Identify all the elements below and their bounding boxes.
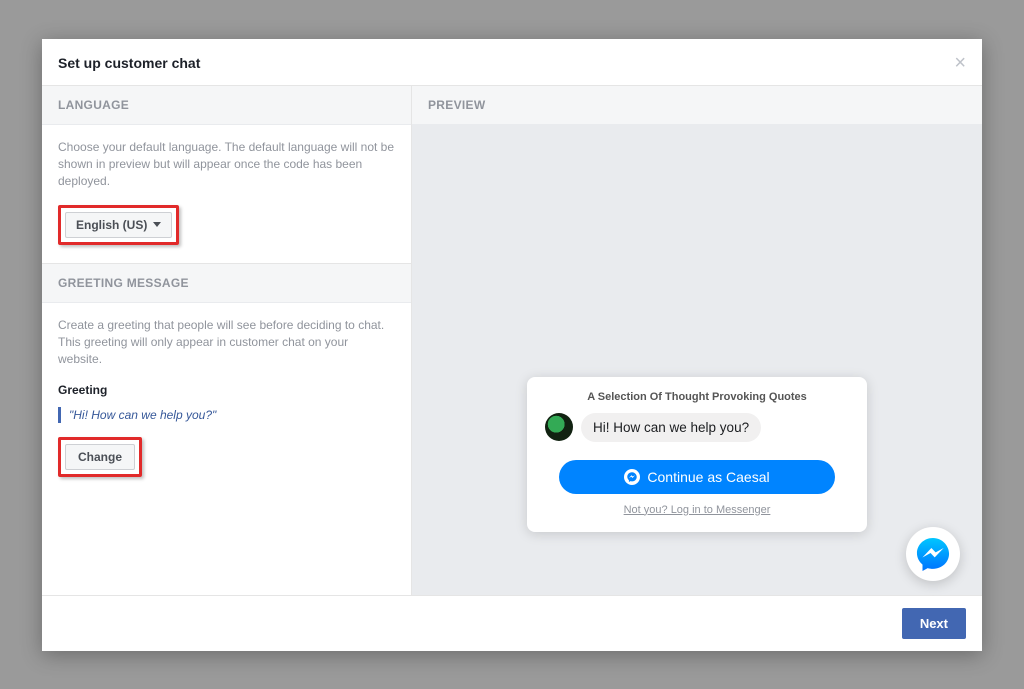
greeting-help-text: Create a greeting that people will see b…: [58, 317, 395, 369]
language-help-text: Choose your default language. The defaul…: [58, 139, 395, 191]
chat-widget-card: A Selection Of Thought Provoking Quotes …: [527, 377, 867, 532]
greeting-section-body: Create a greeting that people will see b…: [42, 303, 411, 495]
settings-panel: Language Choose your default language. T…: [42, 86, 412, 595]
next-button[interactable]: Next: [902, 608, 966, 639]
preview-panel: Preview A Selection Of Thought Provoking…: [412, 86, 982, 595]
greeting-preview-text: "Hi! How can we help you?": [58, 407, 395, 423]
language-dropdown[interactable]: English (US): [65, 212, 172, 238]
greeting-label: Greeting: [58, 383, 395, 397]
modal-title: Set up customer chat: [58, 55, 200, 71]
greeting-bubble: Hi! How can we help you?: [581, 413, 761, 442]
continue-as-label: Continue as Caesal: [647, 469, 769, 485]
page-avatar: [545, 413, 573, 441]
preview-area: A Selection Of Thought Provoking Quotes …: [412, 125, 982, 595]
language-selected-label: English (US): [76, 218, 147, 232]
continue-as-button[interactable]: Continue as Caesal: [559, 460, 835, 494]
change-button[interactable]: Change: [65, 444, 135, 470]
language-section-header: Language: [42, 86, 411, 125]
messenger-icon: [624, 469, 640, 485]
language-dropdown-highlight: English (US): [58, 205, 179, 245]
chat-page-title: A Selection Of Thought Provoking Quotes: [545, 391, 849, 403]
change-button-highlight: Change: [58, 437, 142, 477]
modal-header: Set up customer chat ×: [42, 39, 982, 86]
greeting-section-header: Greeting Message: [42, 264, 411, 303]
modal-body: Language Choose your default language. T…: [42, 86, 982, 596]
messenger-icon: [916, 537, 950, 571]
greeting-row: Hi! How can we help you?: [545, 413, 849, 442]
setup-customer-chat-modal: Set up customer chat × Language Choose y…: [42, 39, 982, 651]
chevron-down-icon: [153, 222, 161, 227]
close-icon[interactable]: ×: [954, 53, 966, 73]
modal-footer: Next: [42, 596, 982, 651]
not-you-link[interactable]: Not you? Log in to Messenger: [545, 504, 849, 516]
language-section-body: Choose your default language. The defaul…: [42, 125, 411, 264]
preview-section-header: Preview: [412, 86, 982, 125]
messenger-launcher-button[interactable]: [906, 527, 960, 581]
